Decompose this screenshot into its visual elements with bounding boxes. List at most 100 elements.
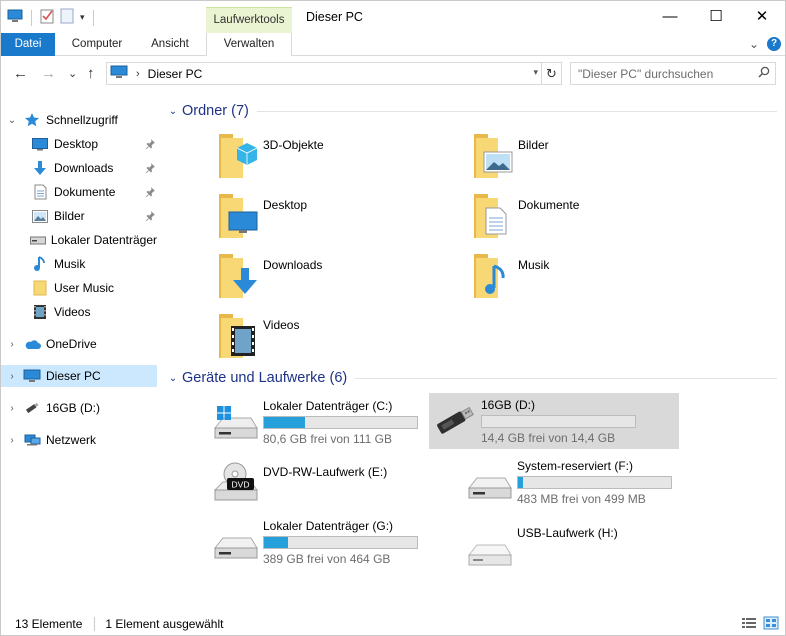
tab-manage[interactable]: Verwalten (206, 33, 292, 56)
tab-file[interactable]: Datei (1, 33, 55, 56)
sidebar-item-label: Lokaler Datenträger (50, 233, 157, 247)
sidebar-item-user-music[interactable]: User Music (1, 277, 157, 299)
folder-name: 3D-Objekte (263, 138, 324, 152)
pin-icon[interactable] (145, 138, 155, 152)
properties-icon[interactable] (40, 8, 54, 27)
usb-drive-icon (465, 521, 513, 573)
documents-icon (31, 184, 49, 200)
tab-computer[interactable]: Computer (59, 33, 135, 56)
folder-item-3d-objects[interactable]: 3D-Objekte (215, 130, 455, 186)
drive-icon (211, 514, 259, 566)
up-icon[interactable]: ↑ (87, 65, 95, 82)
windows-drive-icon (211, 394, 259, 446)
sidebar-item-videos[interactable]: Videos (1, 301, 157, 323)
search-icon[interactable] (753, 66, 775, 81)
drive-usage-fill (264, 417, 306, 428)
sidebar-item-music[interactable]: Musik (1, 253, 157, 275)
details-view-icon[interactable] (741, 616, 757, 633)
sidebar-item-pictures[interactable]: Bilder (1, 205, 157, 227)
drive-info: USB-Laufwerk (H:) (517, 526, 673, 540)
folder-item-documents[interactable]: Dokumente (470, 190, 710, 246)
sidebar-item-label: Schnellzugriff (46, 113, 118, 127)
qat-customize-icon[interactable]: ▾ (80, 12, 85, 23)
sidebar-item-desktop[interactable]: Desktop (1, 133, 157, 155)
window-title: Dieser PC (306, 10, 363, 24)
downloads-icon (31, 160, 49, 176)
sidebar-item-label: Desktop (54, 137, 99, 151)
expand-chevron-icon[interactable]: › (1, 371, 23, 382)
collapse-chevron-icon[interactable]: ⌄ (165, 373, 181, 384)
forward-icon[interactable]: → (41, 65, 56, 82)
sidebar-item-documents[interactable]: Dokumente (1, 181, 157, 203)
help-icon[interactable]: ? (767, 37, 781, 51)
sidebar-item-downloads[interactable]: Downloads (1, 157, 157, 179)
breadcrumb-separator-icon[interactable]: › (136, 68, 140, 80)
navigation-bar: ← → ⌄ ↑ › Dieser PC ▾ ↻ (1, 56, 785, 92)
folder-item-downloads[interactable]: Downloads (215, 250, 455, 306)
ribbon-right: ⌄ ? (749, 37, 781, 51)
drive-item-g[interactable]: Lokaler Datenträger (G:) 389 GB frei von… (211, 514, 461, 570)
sidebar-item-network[interactable]: › Netzwerk (1, 429, 157, 451)
expand-chevron-icon[interactable]: › (1, 403, 23, 414)
back-icon[interactable]: ← (13, 65, 28, 82)
search-input[interactable] (571, 63, 753, 84)
pictures-folder-icon (470, 130, 514, 182)
sidebar-item-local-drive[interactable]: Lokaler Datenträger (1, 229, 157, 251)
search-box[interactable] (570, 62, 776, 85)
minimize-button[interactable]: — (647, 1, 693, 31)
sidebar-item-this-pc[interactable]: › Dieser PC (1, 365, 157, 387)
sidebar-item-onedrive[interactable]: › OneDrive (1, 333, 157, 355)
recent-locations-icon[interactable]: ⌄ (68, 67, 77, 80)
maximize-button[interactable]: ☐ (693, 1, 739, 31)
folder-item-desktop[interactable]: Desktop (215, 190, 455, 246)
drive-item-d[interactable]: 16GB (D:) 14,4 GB frei von 14,4 GB (429, 393, 679, 449)
sidebar-item-quick-access[interactable]: ⌄ Schnellzugriff (1, 109, 157, 131)
music-icon (31, 256, 49, 272)
pc-icon[interactable] (7, 9, 23, 26)
sidebar-item-label: 16GB (D:) (46, 401, 101, 415)
documents-folder-icon (470, 190, 514, 242)
drive-item-c[interactable]: Lokaler Datenträger (C:) 80,6 GB frei vo… (211, 394, 461, 450)
folder-name: Dokumente (518, 198, 580, 212)
address-bar[interactable]: › Dieser PC ▾ ↻ (106, 62, 562, 85)
expand-chevron-icon[interactable]: › (1, 435, 23, 446)
folder-item-pictures[interactable]: Bilder (470, 130, 710, 186)
pin-icon[interactable] (145, 210, 155, 224)
star-icon (23, 112, 41, 128)
status-divider (94, 617, 96, 631)
expand-chevron-icon[interactable]: › (1, 339, 23, 350)
large-icons-view-icon[interactable] (763, 616, 779, 633)
drive-info: Lokaler Datenträger (G:) 389 GB frei von… (263, 519, 419, 566)
new-folder-icon[interactable] (60, 8, 74, 27)
expand-ribbon-icon[interactable]: ⌄ (749, 37, 759, 51)
quick-access-toolbar: ▾ (7, 8, 96, 27)
drive-name: DVD-RW-Laufwerk (E:) (263, 465, 388, 479)
drive-item-e[interactable]: DVD DVD-RW-Laufwerk (E:) (211, 460, 461, 516)
folder-item-music[interactable]: Musik (470, 250, 710, 306)
drive-item-h[interactable]: USB-Laufwerk (H:) (465, 521, 715, 577)
folder-name: Downloads (263, 258, 323, 272)
videos-icon (31, 304, 49, 320)
sidebar-item-usb-d[interactable]: › 16GB (D:) (1, 397, 157, 419)
sidebar-item-label: Dokumente (54, 185, 116, 199)
navigation-pane: ⌄ Schnellzugriff Desktop Downloads Dokum… (1, 98, 161, 601)
sidebar-item-label: OneDrive (46, 337, 97, 351)
music-folder-icon (470, 250, 514, 302)
drive-item-f[interactable]: System-reserviert (F:) 483 MB frei von 4… (465, 454, 715, 510)
refresh-icon[interactable]: ↻ (541, 63, 561, 84)
tab-view[interactable]: Ansicht (137, 33, 203, 56)
folder-name: Videos (263, 318, 300, 332)
collapse-chevron-icon[interactable]: ⌄ (165, 106, 181, 117)
collapse-chevron-icon[interactable]: ⌄ (1, 115, 23, 126)
folder-item-videos[interactable]: Videos (215, 310, 455, 366)
window-controls: — ☐ ✕ (647, 1, 785, 31)
address-dropdown-icon[interactable]: ▾ (533, 67, 538, 78)
close-button[interactable]: ✕ (739, 1, 785, 31)
breadcrumb[interactable]: Dieser PC (148, 67, 203, 81)
pin-icon[interactable] (145, 186, 155, 200)
pin-icon[interactable] (145, 162, 155, 176)
group-header-folders[interactable]: ⌄ Ordner (7) (165, 100, 777, 122)
dvd-label: DVD (232, 480, 250, 490)
group-header-devices[interactable]: ⌄ Geräte und Laufwerke (6) (165, 367, 777, 389)
view-switcher (741, 616, 779, 633)
